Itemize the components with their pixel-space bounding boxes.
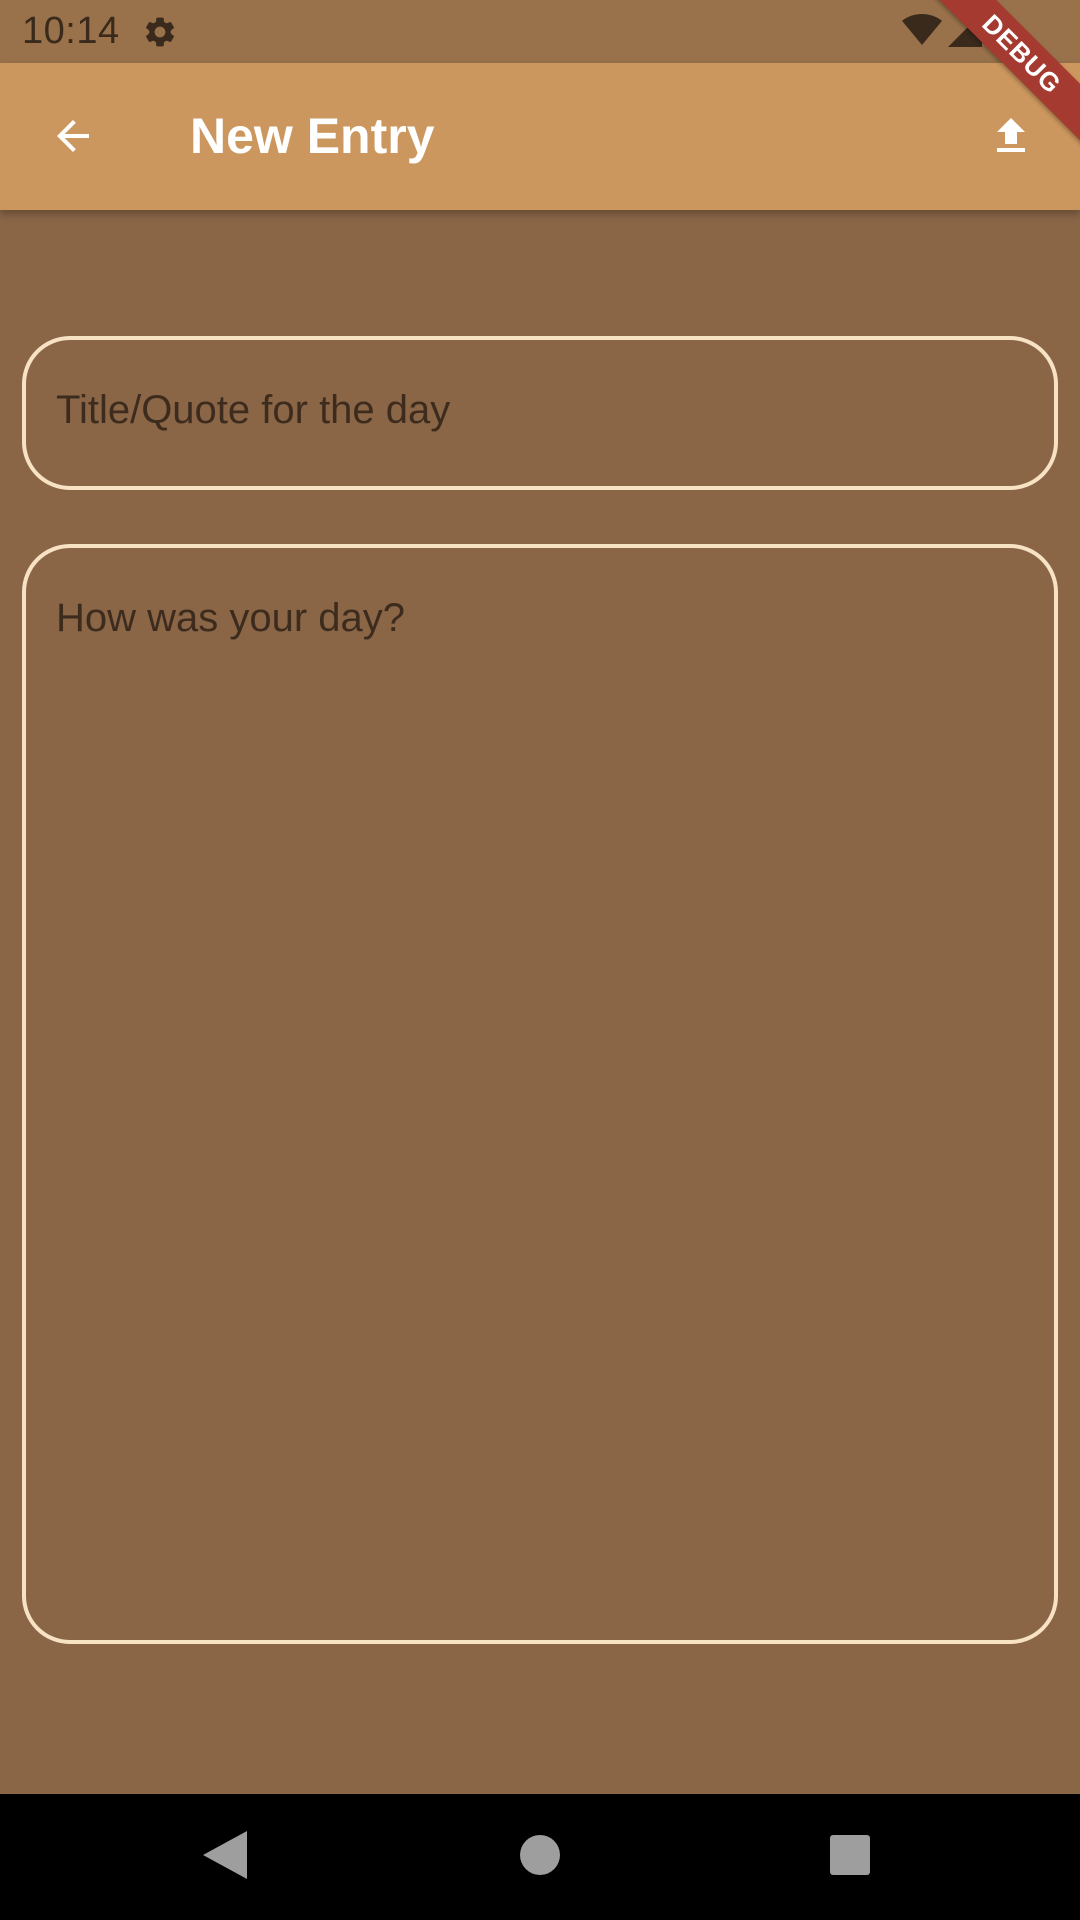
system-nav-bar [0, 1794, 1080, 1920]
nav-home-button[interactable] [505, 1822, 575, 1892]
recents-square-icon [830, 1834, 870, 1880]
home-circle-icon [520, 1834, 560, 1880]
body-field[interactable]: How was your day? [22, 544, 1058, 1644]
screen: 10:14 New Entry DEBUG Title/Quote for th… [0, 0, 1080, 1920]
status-bar: 10:14 [0, 0, 1080, 63]
back-button[interactable] [30, 98, 116, 178]
nav-recents-button[interactable] [815, 1822, 885, 1892]
gear-icon [142, 14, 178, 50]
title-field[interactable]: Title/Quote for the day [22, 336, 1058, 490]
upload-icon [987, 112, 1035, 165]
wifi-icon [902, 13, 942, 52]
body-placeholder: How was your day? [56, 596, 406, 640]
arrow-back-icon [49, 112, 97, 165]
app-bar: New Entry [0, 63, 1080, 210]
upload-button[interactable] [968, 98, 1054, 178]
title-placeholder: Title/Quote for the day [56, 388, 451, 432]
back-triangle-icon [203, 1830, 247, 1884]
status-time: 10:14 [22, 10, 120, 52]
nav-back-button[interactable] [190, 1822, 260, 1892]
page-title: New Entry [190, 108, 435, 164]
